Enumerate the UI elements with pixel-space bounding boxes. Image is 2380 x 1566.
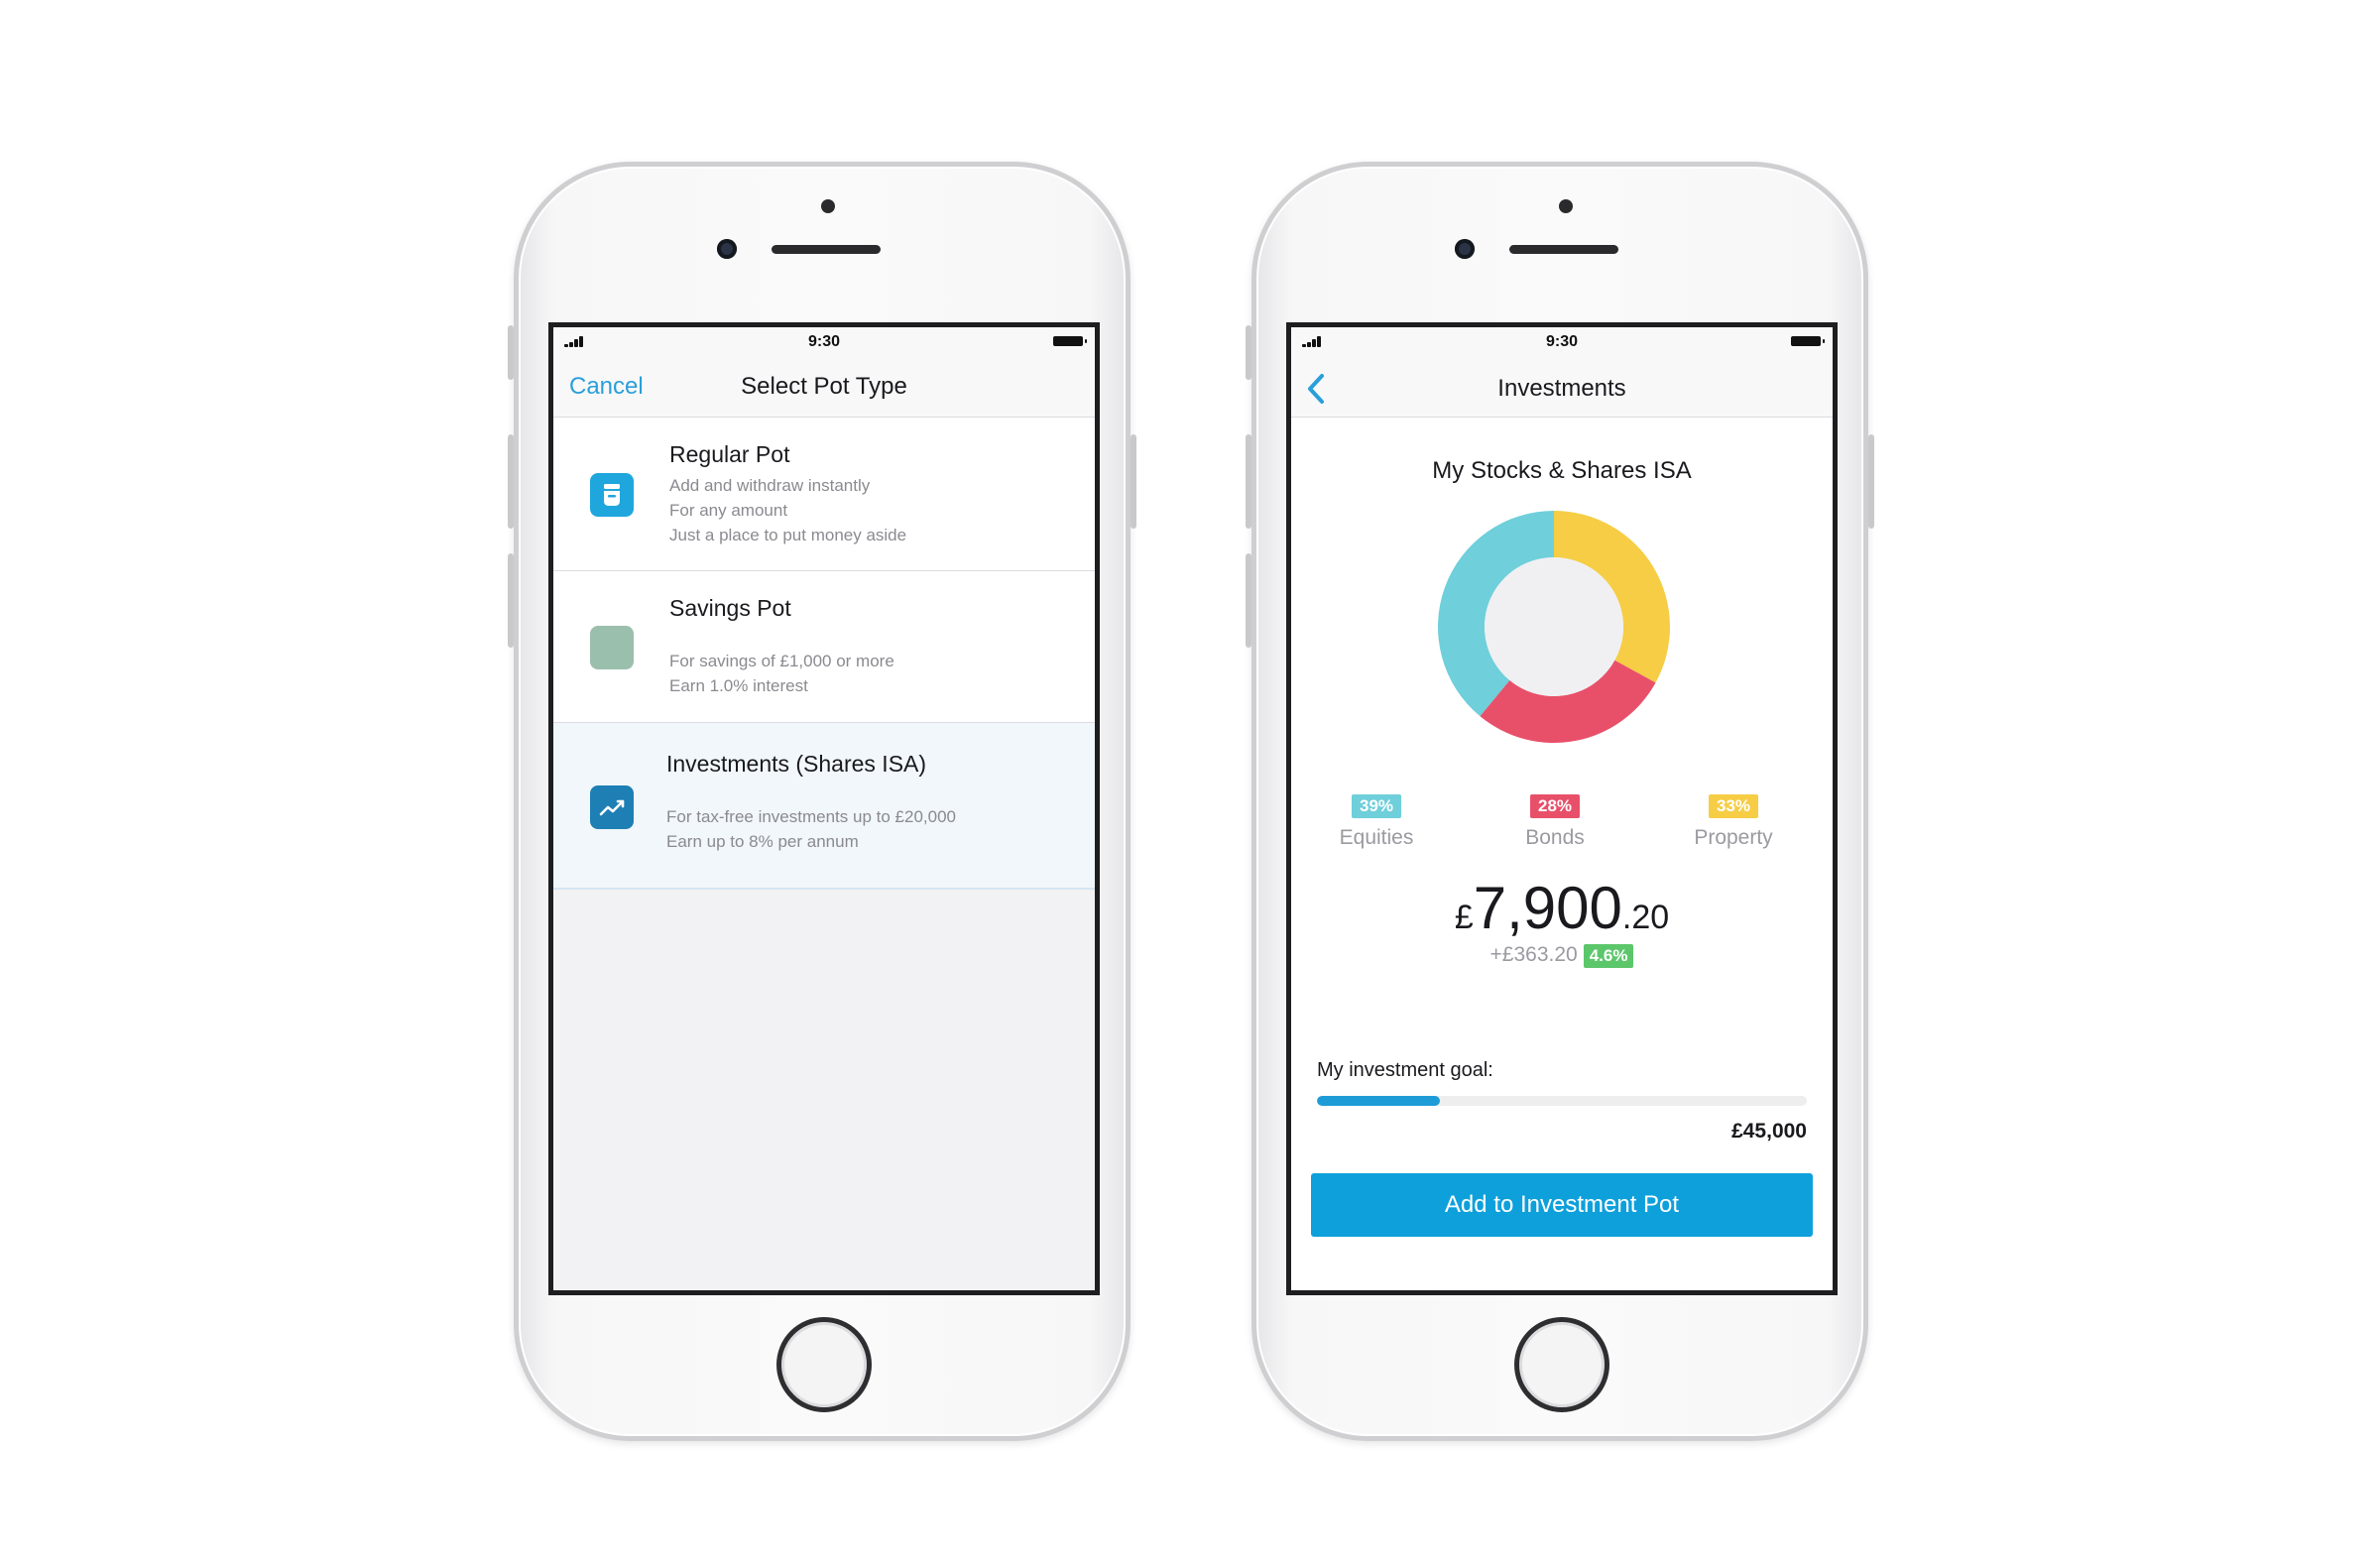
portfolio-balance: £7,900.20 [1291, 874, 1833, 942]
account-title: My Stocks & Shares ISA [1432, 457, 1692, 484]
battery-icon [1791, 336, 1825, 346]
goal-amount: £45,000 [1731, 1120, 1807, 1143]
pot-description-line: Earn 1.0% interest [669, 676, 808, 695]
page-title: Investments [1497, 375, 1626, 402]
volume-down-button [508, 553, 514, 648]
balance-whole: 7,900 [1473, 875, 1622, 941]
volume-up-button [1246, 434, 1251, 529]
pot-icon [590, 473, 634, 517]
phone-left: 9:30 Cancel Select Pot Type Regular Pot [508, 162, 1136, 1441]
navigation-bar: Cancel Select Pot Type [553, 353, 1095, 418]
donut-center [1485, 557, 1623, 696]
property-percent-badge: 33% [1708, 794, 1759, 818]
status-time: 9:30 [1545, 333, 1579, 350]
pot-type-list: Regular Pot Add and withdraw instantly F… [553, 418, 1095, 890]
savings-icon [590, 626, 634, 669]
front-camera [1455, 239, 1475, 259]
pot-description-line: For tax-free investments up to £20,000 [666, 807, 956, 826]
status-time: 9:30 [807, 333, 841, 350]
volume-up-button [508, 434, 514, 529]
home-button[interactable] [1514, 1317, 1609, 1412]
proximity-sensor [1559, 199, 1573, 213]
navigation-bar: Investments [1291, 353, 1833, 418]
equities-label: Equities [1339, 826, 1414, 849]
power-button [1868, 434, 1874, 529]
pot-option-savings[interactable]: Savings Pot For savings of £1,000 or mor… [553, 571, 1095, 723]
pot-option-regular[interactable]: Regular Pot Add and withdraw instantly F… [553, 418, 1095, 571]
pot-title: Savings Pot [669, 595, 791, 621]
trend-up-icon [590, 785, 634, 829]
mute-switch [508, 325, 514, 380]
property-label: Property [1694, 826, 1773, 849]
front-camera [717, 239, 737, 259]
power-button [1130, 434, 1136, 529]
home-button[interactable] [776, 1317, 872, 1412]
page-title: Select Pot Type [741, 373, 907, 400]
bonds-percent-badge: 28% [1529, 794, 1581, 818]
goal-progress-bar [1317, 1096, 1807, 1106]
pot-description-line: Just a place to put money aside [669, 526, 907, 544]
volume-down-button [1246, 553, 1251, 648]
pot-title: Regular Pot [669, 441, 790, 467]
mute-switch [1246, 325, 1251, 380]
earpiece-speaker [772, 245, 881, 254]
screen-select-pot-type: 9:30 Cancel Select Pot Type Regular Pot [548, 322, 1100, 1295]
screen-investments: 9:30 Investments My Stocks & Shares ISA … [1286, 322, 1838, 1295]
phone-right: 9:30 Investments My Stocks & Shares ISA … [1246, 162, 1874, 1441]
balance-pence: .20 [1621, 899, 1670, 936]
pot-description-line: For savings of £1,000 or more [669, 652, 894, 670]
pot-description-line: Earn up to 8% per annum [666, 832, 859, 851]
status-bar: 9:30 [553, 327, 1095, 353]
pot-description-line: Add and withdraw instantly [669, 476, 871, 495]
goal-label: My investment goal: [1317, 1059, 1493, 1081]
balance-currency: £ [1454, 899, 1474, 936]
change-amount: +£363.20 [1489, 943, 1578, 966]
change-percent-badge: 4.6% [1583, 944, 1634, 968]
status-bar: 9:30 [1291, 327, 1833, 353]
battery-icon [1053, 336, 1087, 346]
earpiece-speaker [1509, 245, 1618, 254]
proximity-sensor [821, 199, 835, 213]
legend-property: 33% Property [1674, 794, 1793, 850]
balance-change: +£363.20 4.6% [1291, 943, 1833, 968]
pot-description: Add and withdraw instantly For any amoun… [669, 473, 906, 547]
legend-bonds: 28% Bonds [1495, 794, 1614, 850]
pot-option-investments[interactable]: Investments (Shares ISA) For tax-free in… [553, 723, 1095, 890]
pot-title: Investments (Shares ISA) [666, 751, 927, 777]
goal-progress-fill [1317, 1096, 1440, 1106]
pot-description: For savings of £1,000 or more Earn 1.0% … [669, 649, 894, 698]
pot-description-line: For any amount [669, 501, 788, 520]
add-to-investment-pot-button[interactable]: Add to Investment Pot [1311, 1173, 1813, 1237]
bonds-label: Bonds [1525, 826, 1585, 849]
allocation-donut-chart [1438, 511, 1670, 743]
equities-percent-badge: 39% [1351, 794, 1402, 818]
investment-summary: My Stocks & Shares ISA 39% Equities 28% … [1291, 418, 1833, 1290]
legend-equities: 39% Equities [1317, 794, 1436, 850]
pot-description: For tax-free investments up to £20,000 E… [666, 804, 956, 854]
